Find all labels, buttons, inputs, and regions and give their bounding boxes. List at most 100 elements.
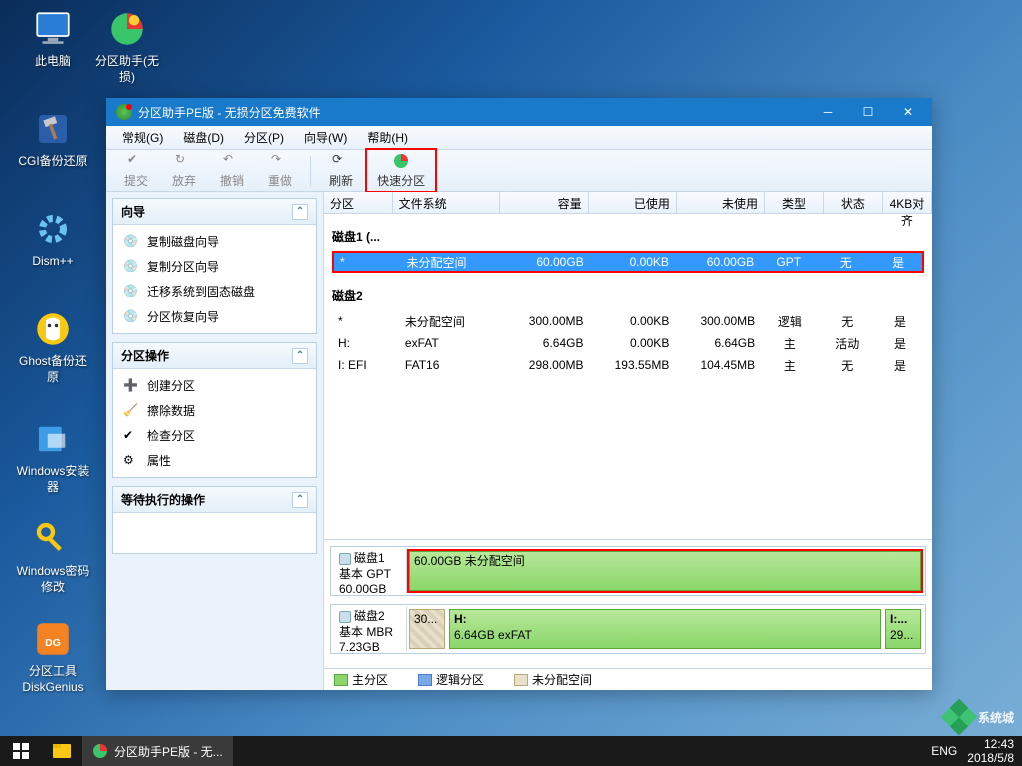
discard-button[interactable]: ↻放弃 [160, 150, 208, 191]
desktop-icon-cgi[interactable]: CGI备份还原 [16, 108, 90, 170]
table-row[interactable]: H: exFAT 6.64GB 0.00KB 6.64GB 主 活动 是 [332, 332, 924, 354]
desktop-icon-partition-assistant[interactable]: 分区助手(无损) [90, 8, 164, 85]
start-button[interactable] [0, 736, 42, 766]
gear-icon [32, 208, 74, 250]
refresh-icon: ⟳ [332, 152, 350, 170]
commit-button[interactable]: ✔提交 [112, 150, 160, 191]
th-capacity[interactable]: 容量 [500, 192, 588, 213]
desktop-icon-dism[interactable]: Dism++ [16, 208, 90, 270]
system-tray[interactable]: ENG 12:43 2018/5/8 [923, 737, 1022, 766]
desktop-icon-win-installer[interactable]: Windows安装器 [16, 418, 90, 495]
th-used[interactable]: 已使用 [589, 192, 677, 213]
menu-wizard[interactable]: 向导(W) [294, 127, 357, 148]
check-partition[interactable]: ✔检查分区 [113, 423, 316, 448]
th-status[interactable]: 状态 [824, 192, 883, 213]
wipe-data[interactable]: 🧹擦除数据 [113, 398, 316, 423]
partition-list: 磁盘1 (... * 未分配空间 60.00GB 0.00KB 60.00GB … [324, 214, 932, 539]
menu-partition[interactable]: 分区(P) [234, 127, 294, 148]
svg-text:DG: DG [45, 637, 61, 649]
minimize-button[interactable]: ─ [808, 98, 848, 126]
table-row[interactable]: * 未分配空间 300.00MB 0.00KB 300.00MB 逻辑 无 是 [332, 310, 924, 332]
monitor-icon [32, 8, 74, 50]
disk-icon: 💿 [123, 234, 139, 250]
properties[interactable]: ⚙属性 [113, 448, 316, 473]
chevron-up-icon[interactable]: ⌃ [292, 492, 308, 508]
pending-panel-header[interactable]: 等待执行的操作⌃ [113, 487, 316, 513]
titlebar[interactable]: 分区助手PE版 - 无损分区免费软件 ─ ☐ ✕ [106, 98, 932, 126]
separator [310, 156, 311, 186]
refresh-button[interactable]: ⟳刷新 [317, 150, 365, 191]
legend-logical: 逻辑分区 [418, 671, 484, 688]
app-icon [92, 743, 108, 759]
disk2-visual[interactable]: 磁盘2 基本 MBR 7.23GB 30... H: 6.64GB exFAT … [330, 604, 926, 654]
disk-bar[interactable]: 60.00GB 未分配空间 [409, 551, 921, 591]
copy-partition-wizard[interactable]: 💿复制分区向导 [113, 254, 316, 279]
th-partition[interactable]: 分区 [324, 192, 393, 213]
copy-disk-wizard[interactable]: 💿复制磁盘向导 [113, 229, 316, 254]
disk-info: 磁盘1 基本 GPT 60.00GB [333, 549, 407, 593]
menu-help[interactable]: 帮助(H) [357, 127, 418, 148]
legend-primary: 主分区 [334, 671, 388, 688]
disk-bar[interactable]: 30... [409, 609, 445, 649]
create-partition[interactable]: ➕创建分区 [113, 373, 316, 398]
redo-icon: ↷ [271, 152, 289, 170]
clock[interactable]: 12:43 2018/5/8 [967, 737, 1014, 766]
pending-panel: 等待执行的操作⌃ [112, 486, 317, 554]
th-4k[interactable]: 4KB对齐 [883, 192, 932, 213]
erase-icon: 🧹 [123, 403, 139, 419]
wizard-panel-header[interactable]: 向导⌃ [113, 199, 316, 225]
quick-partition-button[interactable]: 快速分区 [365, 148, 437, 193]
create-icon: ➕ [123, 378, 139, 394]
diamond-icon [941, 699, 978, 736]
recovery-icon: 💿 [123, 309, 139, 325]
ops-panel: 分区操作⌃ ➕创建分区 🧹擦除数据 ✔检查分区 ⚙属性 [112, 342, 317, 478]
check-icon: ✔ [123, 428, 139, 444]
partition-recovery-wizard[interactable]: 💿分区恢复向导 [113, 304, 316, 329]
migrate-os-wizard[interactable]: 💿迁移系统到固态磁盘 [113, 279, 316, 304]
chevron-up-icon[interactable]: ⌃ [292, 204, 308, 220]
desktop-icon-this-pc[interactable]: 此电脑 [16, 8, 90, 70]
ghost-icon [32, 308, 74, 350]
disk1-label[interactable]: 磁盘1 (... [332, 228, 924, 245]
taskbar-explorer[interactable] [44, 736, 80, 766]
chevron-up-icon[interactable]: ⌃ [292, 348, 308, 364]
taskbar-app[interactable]: 分区助手PE版 - 无... [82, 736, 233, 766]
props-icon: ⚙ [123, 453, 139, 469]
window-title: 分区助手PE版 - 无损分区免费软件 [138, 104, 808, 121]
desktop-icon-diskgenius[interactable]: DG 分区工具DiskGenius [16, 618, 90, 695]
th-filesystem[interactable]: 文件系统 [393, 192, 501, 213]
table-row[interactable]: * 未分配空间 60.00GB 0.00KB 60.00GB GPT 无 是 [332, 251, 924, 273]
legend-unalloc: 未分配空间 [514, 671, 592, 688]
redo-button[interactable]: ↷重做 [256, 150, 304, 191]
table-header: 分区 文件系统 容量 已使用 未使用 类型 状态 4KB对齐 [324, 192, 932, 214]
disk-info: 磁盘2 基本 MBR 7.23GB [333, 607, 407, 651]
undo-icon: ↶ [223, 152, 241, 170]
table-row[interactable]: I: EFI FAT16 298.00MB 193.55MB 104.45MB … [332, 354, 924, 376]
desktop-icon-password[interactable]: Windows密码修改 [16, 518, 90, 595]
th-unused[interactable]: 未使用 [677, 192, 765, 213]
key-icon [32, 518, 74, 560]
disk-bar[interactable]: I:... 29... [885, 609, 921, 649]
close-button[interactable]: ✕ [888, 98, 928, 126]
disk2-label[interactable]: 磁盘2 [332, 287, 924, 304]
desktop-icon-ghost[interactable]: Ghost备份还原 [16, 308, 90, 385]
menubar: 常规(G) 磁盘(D) 分区(P) 向导(W) 帮助(H) [106, 126, 932, 150]
folder-icon [53, 744, 71, 758]
sidebar: 向导⌃ 💿复制磁盘向导 💿复制分区向导 💿迁移系统到固态磁盘 💿分区恢复向导 分… [106, 192, 324, 690]
menu-general[interactable]: 常规(G) [112, 127, 173, 148]
pie-icon [106, 8, 148, 50]
maximize-button[interactable]: ☐ [848, 98, 888, 126]
disk-icon [339, 611, 351, 623]
check-icon: ✔ [127, 152, 145, 170]
th-type[interactable]: 类型 [765, 192, 824, 213]
disk-bar[interactable]: H: 6.64GB exFAT [449, 609, 881, 649]
ops-panel-header[interactable]: 分区操作⌃ [113, 343, 316, 369]
quick-icon [392, 152, 410, 170]
toolbar: ✔提交 ↻放弃 ↶撤销 ↷重做 ⟳刷新 快速分区 [106, 150, 932, 192]
partition-assistant-window: 分区助手PE版 - 无损分区免费软件 ─ ☐ ✕ 常规(G) 磁盘(D) 分区(… [106, 98, 932, 690]
disk-map: 磁盘1 基本 GPT 60.00GB 60.00GB 未分配空间 磁盘2 基本 … [324, 539, 932, 668]
disk1-visual[interactable]: 磁盘1 基本 GPT 60.00GB 60.00GB 未分配空间 [330, 546, 926, 596]
undo-button[interactable]: ↶撤销 [208, 150, 256, 191]
lang-indicator[interactable]: ENG [931, 744, 957, 758]
menu-disk[interactable]: 磁盘(D) [173, 127, 234, 148]
